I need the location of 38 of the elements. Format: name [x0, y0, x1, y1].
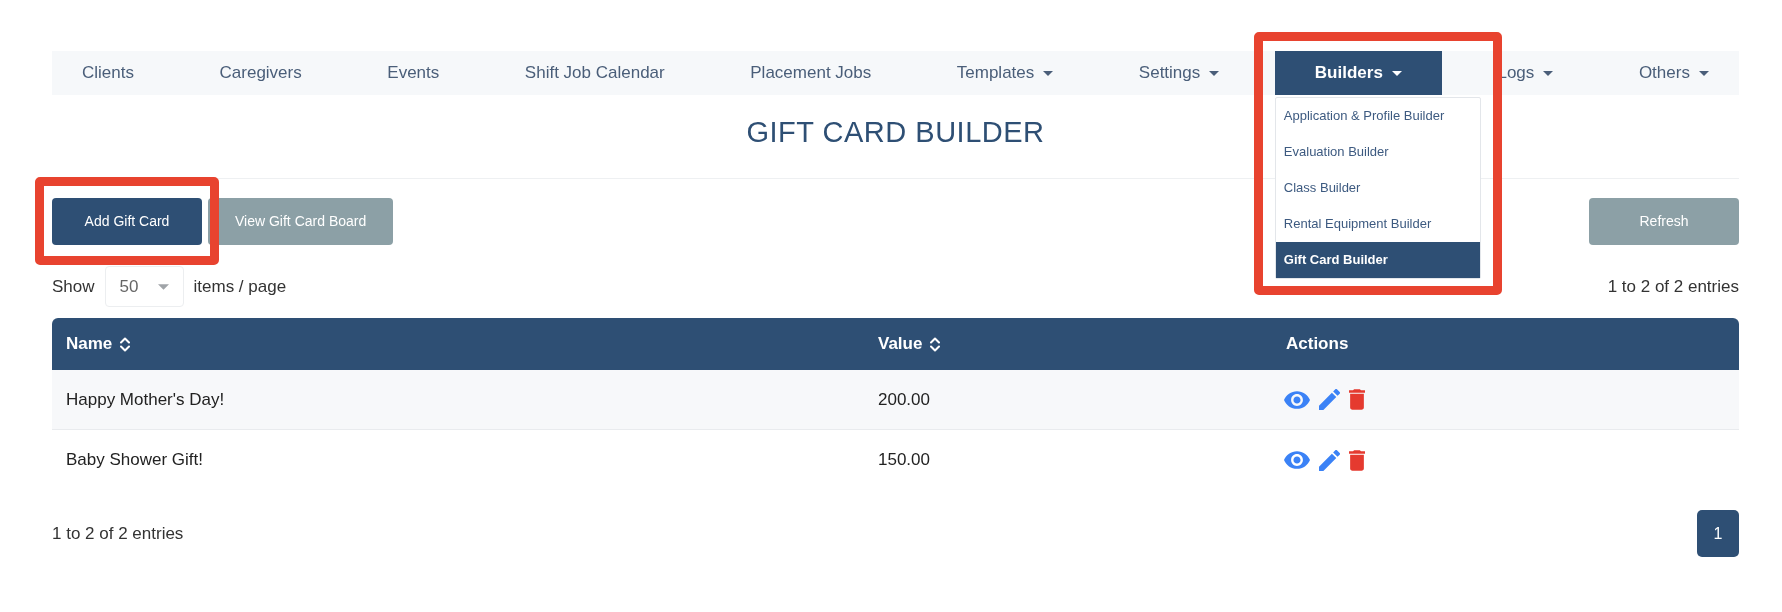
nav-item[interactable]: Settings — [1108, 51, 1250, 95]
menu-item[interactable]: Application & Profile Builder — [1275, 98, 1480, 134]
menu-item[interactable]: Gift Card Builder — [1275, 242, 1480, 278]
items-per-page-label: items / page — [193, 275, 287, 298]
page-title: GIFT CARD BUILDER — [746, 115, 1045, 150]
caret-icon — [157, 283, 169, 290]
trash-icon[interactable] — [1349, 389, 1365, 410]
nav-item[interactable]: Shift Job Calendar — [494, 51, 695, 95]
nav-item[interactable]: Templates — [926, 51, 1084, 95]
eye-icon[interactable] — [1284, 390, 1310, 409]
eye-icon[interactable] — [1284, 451, 1310, 469]
menu-item[interactable]: Evaluation Builder — [1275, 134, 1480, 170]
show-label: Show — [52, 275, 95, 298]
table-cell-text: 200.00 — [878, 388, 930, 411]
nav-item[interactable]: Events — [357, 51, 470, 95]
trash-icon[interactable] — [1349, 449, 1365, 471]
entries-count: 1 to 2 of 2 entries — [52, 522, 184, 545]
add-button[interactable]: Add Gift Card — [52, 198, 202, 245]
pencil-icon[interactable] — [1319, 389, 1340, 410]
menu-item[interactable]: Class Builder — [1275, 170, 1480, 206]
menu-item[interactable]: Rental Equipment Builder — [1275, 206, 1480, 242]
column-header[interactable]: Value — [878, 331, 941, 357]
table-cell-text: Happy Mother's Day! — [66, 388, 225, 411]
nav-item[interactable]: Clients — [52, 51, 164, 95]
nav-item[interactable]: Caregivers — [189, 51, 332, 95]
page-button[interactable]: 1 — [1697, 510, 1739, 557]
page-size-select[interactable]: 50 — [104, 266, 184, 307]
column-header: Actions — [1286, 333, 1349, 356]
table-cell-text: 150.00 — [878, 449, 930, 472]
nav-item[interactable]: Placement Jobs — [720, 51, 902, 95]
pencil-icon[interactable] — [1319, 449, 1340, 471]
sort-icon[interactable] — [930, 336, 941, 352]
nav-item[interactable]: Others — [1608, 51, 1739, 95]
nav-item[interactable]: Builders — [1274, 51, 1442, 95]
table-cell-text: Baby Shower Gift! — [66, 449, 203, 472]
sort-icon[interactable] — [120, 336, 131, 352]
column-header[interactable]: Name — [66, 331, 131, 357]
entries-count: 1 to 2 of 2 entries — [1607, 275, 1739, 298]
